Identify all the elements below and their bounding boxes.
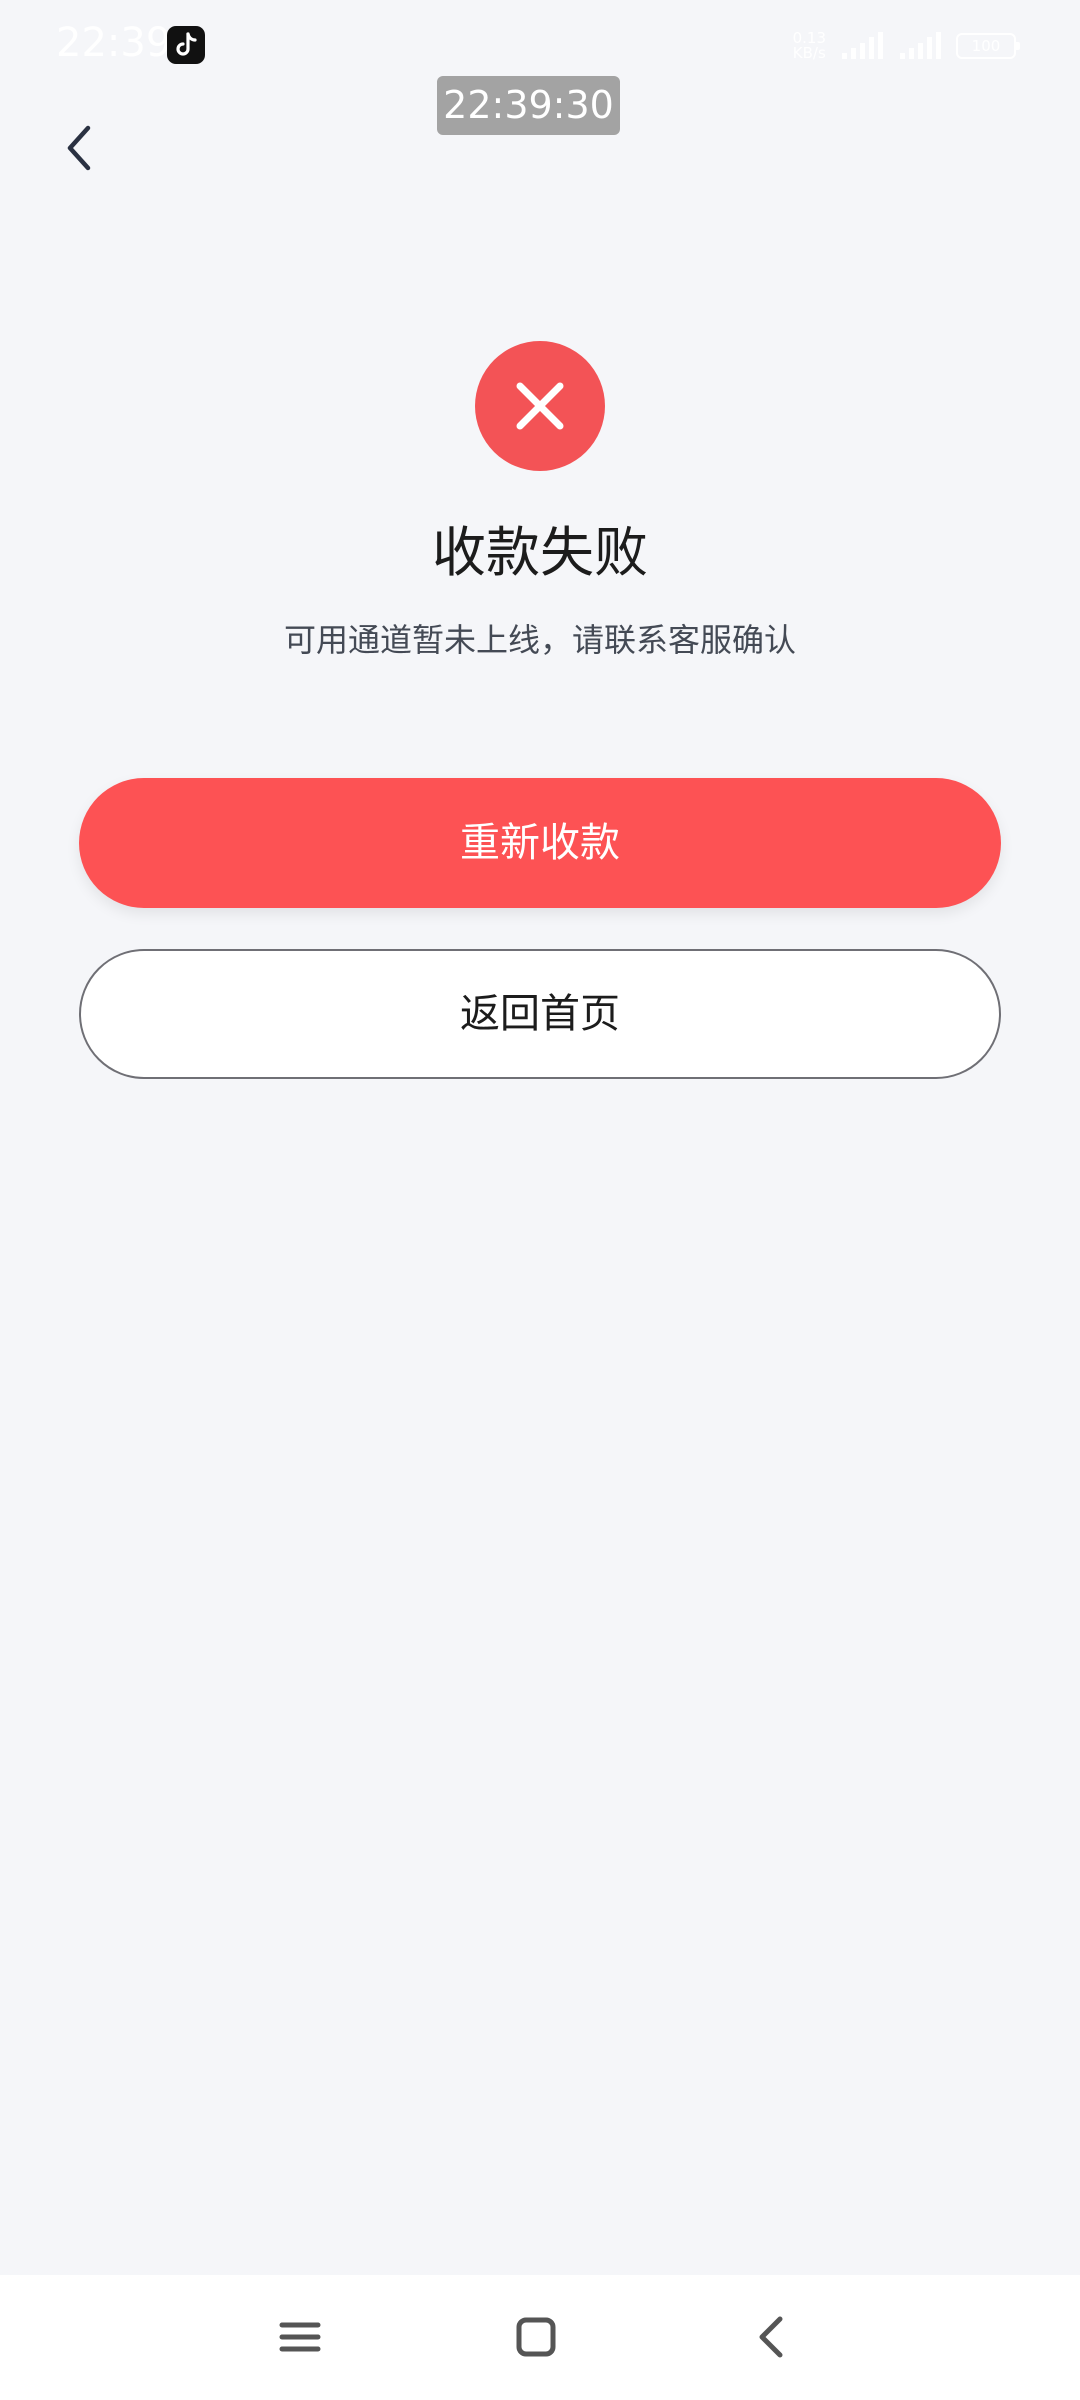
close-icon — [516, 382, 564, 430]
status-indicators: 0.13 KB/s 100 — [793, 28, 1020, 64]
network-speed-unit: KB/s — [792, 44, 826, 62]
square-icon — [516, 2317, 556, 2357]
fail-status-icon — [475, 341, 605, 471]
battery-icon: 100 — [956, 33, 1020, 59]
nav-menu-button[interactable] — [268, 2305, 332, 2369]
signal-icon-2 — [900, 32, 941, 59]
chevron-left-icon — [67, 125, 91, 171]
payment-result-screen: 22:39 0.13 KB/s 100 22:39:30 收款失败 可用通道暂未… — [0, 0, 1080, 2400]
result-description: 可用通道暂未上线，请联系客服确认 — [283, 621, 796, 659]
system-navigation-bar — [0, 2275, 1080, 2400]
network-speed: 0.13 KB/s — [793, 31, 826, 61]
menu-icon — [279, 2322, 321, 2352]
chevron-left-icon — [759, 2316, 783, 2358]
timestamp-overlay: 22:39:30 — [437, 76, 620, 135]
result-title: 收款失败 — [432, 521, 648, 584]
return-home-button[interactable]: 返回首页 — [79, 949, 1001, 1079]
tiktok-app-icon — [167, 26, 205, 64]
signal-icon — [842, 32, 883, 59]
status-time: 22:39 — [56, 20, 172, 66]
nav-back-button[interactable] — [740, 2305, 804, 2369]
nav-home-button[interactable] — [504, 2305, 568, 2369]
back-button[interactable] — [56, 118, 106, 178]
retry-payment-button[interactable]: 重新收款 — [79, 778, 1001, 908]
